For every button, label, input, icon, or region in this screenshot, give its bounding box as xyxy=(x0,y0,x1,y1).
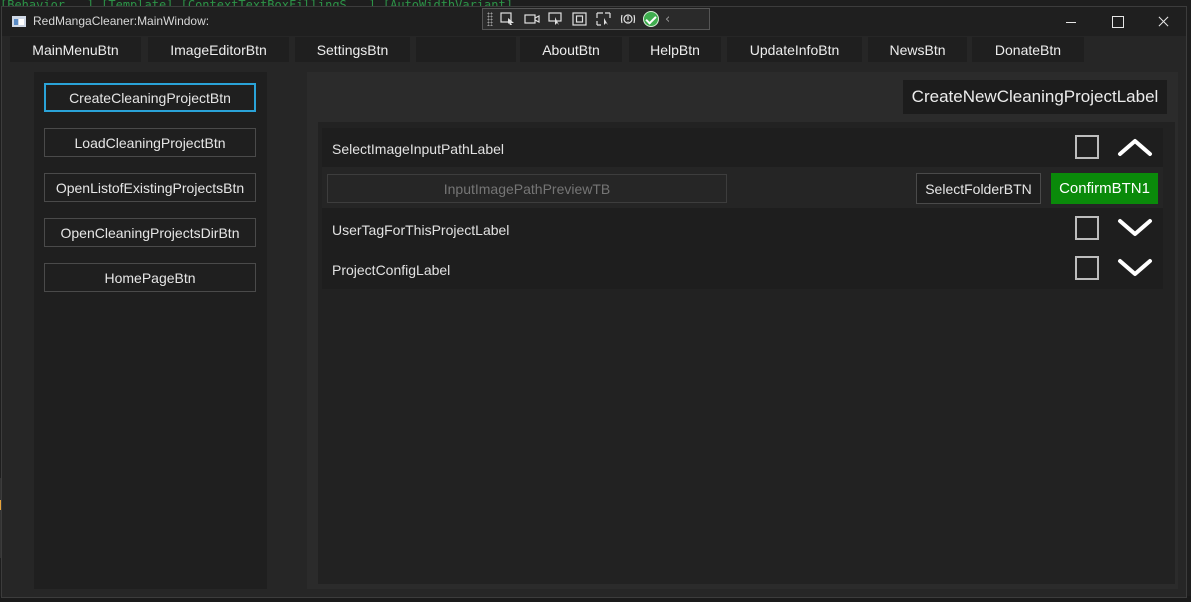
chevron-up-icon[interactable] xyxy=(1117,136,1153,158)
open-projects-dir-button[interactable]: OpenCleaningProjectsDirBtn xyxy=(44,218,256,247)
video-icon[interactable] xyxy=(523,11,541,27)
menu-bar: MainMenuBtn ImageEditorBtn SettingsBtn A… xyxy=(2,36,1186,62)
window-controls xyxy=(1048,7,1186,36)
binding-failures-icon[interactable] xyxy=(619,11,637,27)
maximize-icon[interactable] xyxy=(1094,7,1140,36)
menu-donate-button[interactable]: DonateBtn xyxy=(972,37,1084,62)
minimize-icon[interactable] xyxy=(1048,7,1094,36)
check-icon[interactable] xyxy=(643,11,659,27)
xaml-debug-toolbar: ‹ xyxy=(482,8,710,30)
pointer-icon[interactable] xyxy=(547,11,565,27)
title-bar[interactable]: RedMangaCleaner:MainWindow: ‹ xyxy=(2,7,1186,36)
menu-main-menu-button[interactable]: MainMenuBtn xyxy=(10,37,141,62)
app-icon xyxy=(12,16,26,27)
menu-news-button[interactable]: NewsBtn xyxy=(868,37,967,62)
collapse-icon[interactable]: ‹ xyxy=(665,12,670,27)
menu-update-info-button[interactable]: UpdateInfoBtn xyxy=(727,37,862,62)
menu-settings-button[interactable]: SettingsBtn xyxy=(295,37,410,62)
sidebar: CreateCleaningProjectBtn LoadCleaningPro… xyxy=(34,72,267,589)
select-element-icon[interactable] xyxy=(499,11,517,27)
create-cleaning-project-button[interactable]: CreateCleaningProjectBtn xyxy=(44,83,256,112)
menu-empty-button[interactable] xyxy=(416,37,516,62)
input-path-row: SelectFolderBTN ConfirmBTN1 xyxy=(322,167,1163,208)
load-cleaning-project-button[interactable]: LoadCleaningProjectBtn xyxy=(44,128,256,157)
window-title: RedMangaCleaner:MainWindow: xyxy=(33,14,210,28)
chevron-down-icon[interactable] xyxy=(1117,217,1153,239)
select-folder-button[interactable]: SelectFolderBTN xyxy=(916,173,1041,204)
project-config-checkbox[interactable] xyxy=(1075,256,1099,280)
track-focus-icon[interactable] xyxy=(595,11,613,27)
project-config-label: ProjectConfigLabel xyxy=(332,262,451,278)
close-icon[interactable] xyxy=(1140,7,1186,36)
menu-about-button[interactable]: AboutBtn xyxy=(520,37,622,62)
main-panel: CreateNewCleaningProjectLabel SelectImag… xyxy=(307,72,1178,589)
user-tag-checkbox[interactable] xyxy=(1075,216,1099,240)
layout-bounds-icon[interactable] xyxy=(571,11,589,27)
menu-help-button[interactable]: HelpBtn xyxy=(629,37,721,62)
user-tag-label: UserTagForThisProjectLabel xyxy=(332,222,510,238)
confirm-button[interactable]: ConfirmBTN1 xyxy=(1051,173,1158,204)
page-title: CreateNewCleaningProjectLabel xyxy=(903,80,1167,114)
select-input-checkbox[interactable] xyxy=(1075,135,1099,159)
select-image-input-path-label: SelectImageInputPathLabel xyxy=(332,141,505,157)
input-image-path-field[interactable] xyxy=(327,174,727,203)
main-window: RedMangaCleaner:MainWindow: ‹ MainMenuBt… xyxy=(1,6,1187,598)
chevron-down-icon[interactable] xyxy=(1117,257,1153,279)
project-setup-section: SelectImageInputPathLabel SelectFolderBT… xyxy=(322,128,1163,289)
open-existing-projects-button[interactable]: OpenListofExistingProjectsBtn xyxy=(44,173,256,202)
grip-icon[interactable] xyxy=(487,12,493,26)
home-page-button[interactable]: HomePageBtn xyxy=(44,263,256,292)
menu-image-editor-button[interactable]: ImageEditorBtn xyxy=(148,37,289,62)
